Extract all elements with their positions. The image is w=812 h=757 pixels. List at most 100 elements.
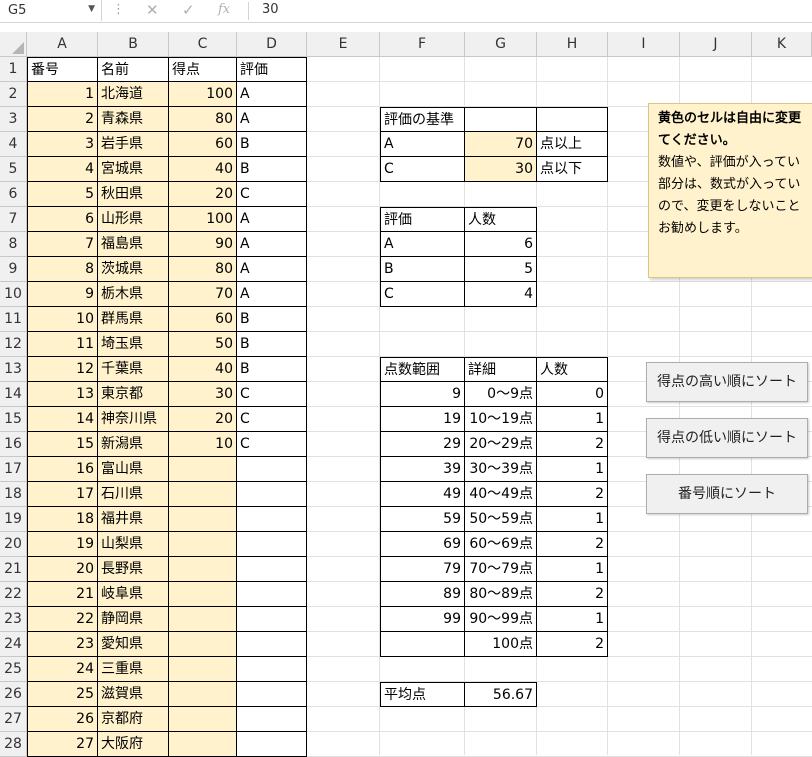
column-header[interactable]: H — [537, 32, 608, 57]
grade-count-label-cell[interactable]: A — [380, 232, 465, 257]
count-cell[interactable]: 2 — [537, 482, 608, 507]
score-cell[interactable]: 100 — [169, 82, 237, 107]
score-cell[interactable] — [169, 682, 237, 707]
grade-cell[interactable]: B — [237, 157, 307, 182]
number-cell[interactable]: 3 — [27, 132, 98, 157]
score-cell[interactable]: 60 — [169, 307, 237, 332]
criteria-cell[interactable] — [465, 107, 537, 132]
number-cell[interactable]: 13 — [27, 382, 98, 407]
score-cell[interactable]: 100 — [169, 207, 237, 232]
grade-cell[interactable]: C — [237, 432, 307, 457]
detail-cell[interactable]: 10～19点 — [465, 407, 537, 432]
range-cell[interactable]: 9 — [380, 382, 465, 407]
score-cell[interactable]: 40 — [169, 157, 237, 182]
range-cell[interactable] — [380, 632, 465, 657]
grade-count-value-cell[interactable]: 5 — [465, 257, 537, 282]
score-cell[interactable]: 80 — [169, 257, 237, 282]
number-cell[interactable]: 14 — [27, 407, 98, 432]
cancel-icon[interactable]: ✕ — [146, 1, 159, 19]
sort-low-button[interactable]: 得点の低い順にソート — [646, 418, 808, 458]
range-cell[interactable]: 89 — [380, 582, 465, 607]
name-cell[interactable]: 神奈川県 — [98, 407, 169, 432]
score-cell[interactable] — [169, 507, 237, 532]
header-cell[interactable]: 詳細 — [465, 357, 537, 382]
range-cell[interactable]: 49 — [380, 482, 465, 507]
row-header[interactable]: 14 — [0, 382, 27, 407]
grade-cell[interactable] — [237, 557, 307, 582]
count-cell[interactable]: 1 — [537, 457, 608, 482]
name-cell[interactable]: 山梨県 — [98, 532, 169, 557]
function-icon[interactable]: fx — [218, 2, 230, 17]
row-header[interactable]: 24 — [0, 632, 27, 657]
number-cell[interactable]: 27 — [27, 732, 98, 757]
header-cell[interactable]: 評価 — [380, 207, 465, 232]
name-cell[interactable]: 秋田県 — [98, 182, 169, 207]
criteria-grade-cell[interactable]: C — [380, 157, 465, 182]
grade-count-label-cell[interactable]: C — [380, 282, 465, 307]
name-cell[interactable]: 栃木県 — [98, 282, 169, 307]
grade-cell[interactable] — [237, 532, 307, 557]
grade-cell[interactable] — [237, 707, 307, 732]
grade-cell[interactable]: A — [237, 282, 307, 307]
column-header[interactable]: I — [608, 32, 680, 57]
grade-cell[interactable]: A — [237, 257, 307, 282]
name-cell[interactable]: 青森県 — [98, 107, 169, 132]
number-cell[interactable]: 9 — [27, 282, 98, 307]
name-cell[interactable]: 長野県 — [98, 557, 169, 582]
number-cell[interactable]: 2 — [27, 107, 98, 132]
range-cell[interactable]: 19 — [380, 407, 465, 432]
criteria-cell[interactable] — [537, 107, 608, 132]
score-cell[interactable] — [169, 557, 237, 582]
range-cell[interactable]: 29 — [380, 432, 465, 457]
count-cell[interactable]: 1 — [537, 507, 608, 532]
number-cell[interactable]: 12 — [27, 357, 98, 382]
grade-cell[interactable]: C — [237, 382, 307, 407]
grade-cell[interactable]: C — [237, 182, 307, 207]
name-cell[interactable]: 宮城県 — [98, 157, 169, 182]
formula-input[interactable]: 30 — [262, 2, 279, 17]
name-cell[interactable]: 山形県 — [98, 207, 169, 232]
column-header[interactable]: K — [752, 32, 812, 57]
row-header[interactable]: 23 — [0, 607, 27, 632]
row-header[interactable]: 10 — [0, 282, 27, 307]
count-cell[interactable]: 2 — [537, 632, 608, 657]
number-cell[interactable]: 19 — [27, 532, 98, 557]
row-header[interactable]: 21 — [0, 557, 27, 582]
name-cell[interactable]: 福島県 — [98, 232, 169, 257]
detail-cell[interactable]: 40～49点 — [465, 482, 537, 507]
sort-high-button[interactable]: 得点の高い順にソート — [646, 362, 808, 402]
range-cell[interactable]: 69 — [380, 532, 465, 557]
row-header[interactable]: 19 — [0, 507, 27, 532]
count-cell[interactable]: 1 — [537, 407, 608, 432]
row-header[interactable]: 22 — [0, 582, 27, 607]
row-header[interactable]: 4 — [0, 132, 27, 157]
grade-count-value-cell[interactable]: 4 — [465, 282, 537, 307]
count-cell[interactable]: 0 — [537, 382, 608, 407]
score-cell[interactable]: 40 — [169, 357, 237, 382]
row-header[interactable]: 1 — [0, 57, 27, 82]
number-cell[interactable]: 18 — [27, 507, 98, 532]
grade-cell[interactable] — [237, 632, 307, 657]
number-cell[interactable]: 25 — [27, 682, 98, 707]
row-header[interactable]: 13 — [0, 357, 27, 382]
detail-cell[interactable]: 0～9点 — [465, 382, 537, 407]
chevron-down-icon[interactable]: ▼ — [88, 4, 95, 14]
criteria-value-cell[interactable]: 70 — [465, 132, 537, 157]
number-cell[interactable]: 24 — [27, 657, 98, 682]
number-cell[interactable]: 4 — [27, 157, 98, 182]
more-options-icon[interactable]: ⋮ — [112, 2, 125, 17]
score-cell[interactable] — [169, 482, 237, 507]
score-cell[interactable]: 20 — [169, 182, 237, 207]
row-header[interactable]: 7 — [0, 207, 27, 232]
grade-cell[interactable] — [237, 457, 307, 482]
header-cell[interactable]: 評価 — [237, 57, 307, 82]
detail-cell[interactable]: 100点 — [465, 632, 537, 657]
name-cell[interactable]: 愛知県 — [98, 632, 169, 657]
range-cell[interactable]: 79 — [380, 557, 465, 582]
name-cell[interactable]: 静岡県 — [98, 607, 169, 632]
score-cell[interactable] — [169, 582, 237, 607]
range-cell[interactable]: 99 — [380, 607, 465, 632]
number-cell[interactable]: 17 — [27, 482, 98, 507]
row-header[interactable]: 20 — [0, 532, 27, 557]
grade-count-value-cell[interactable]: 6 — [465, 232, 537, 257]
